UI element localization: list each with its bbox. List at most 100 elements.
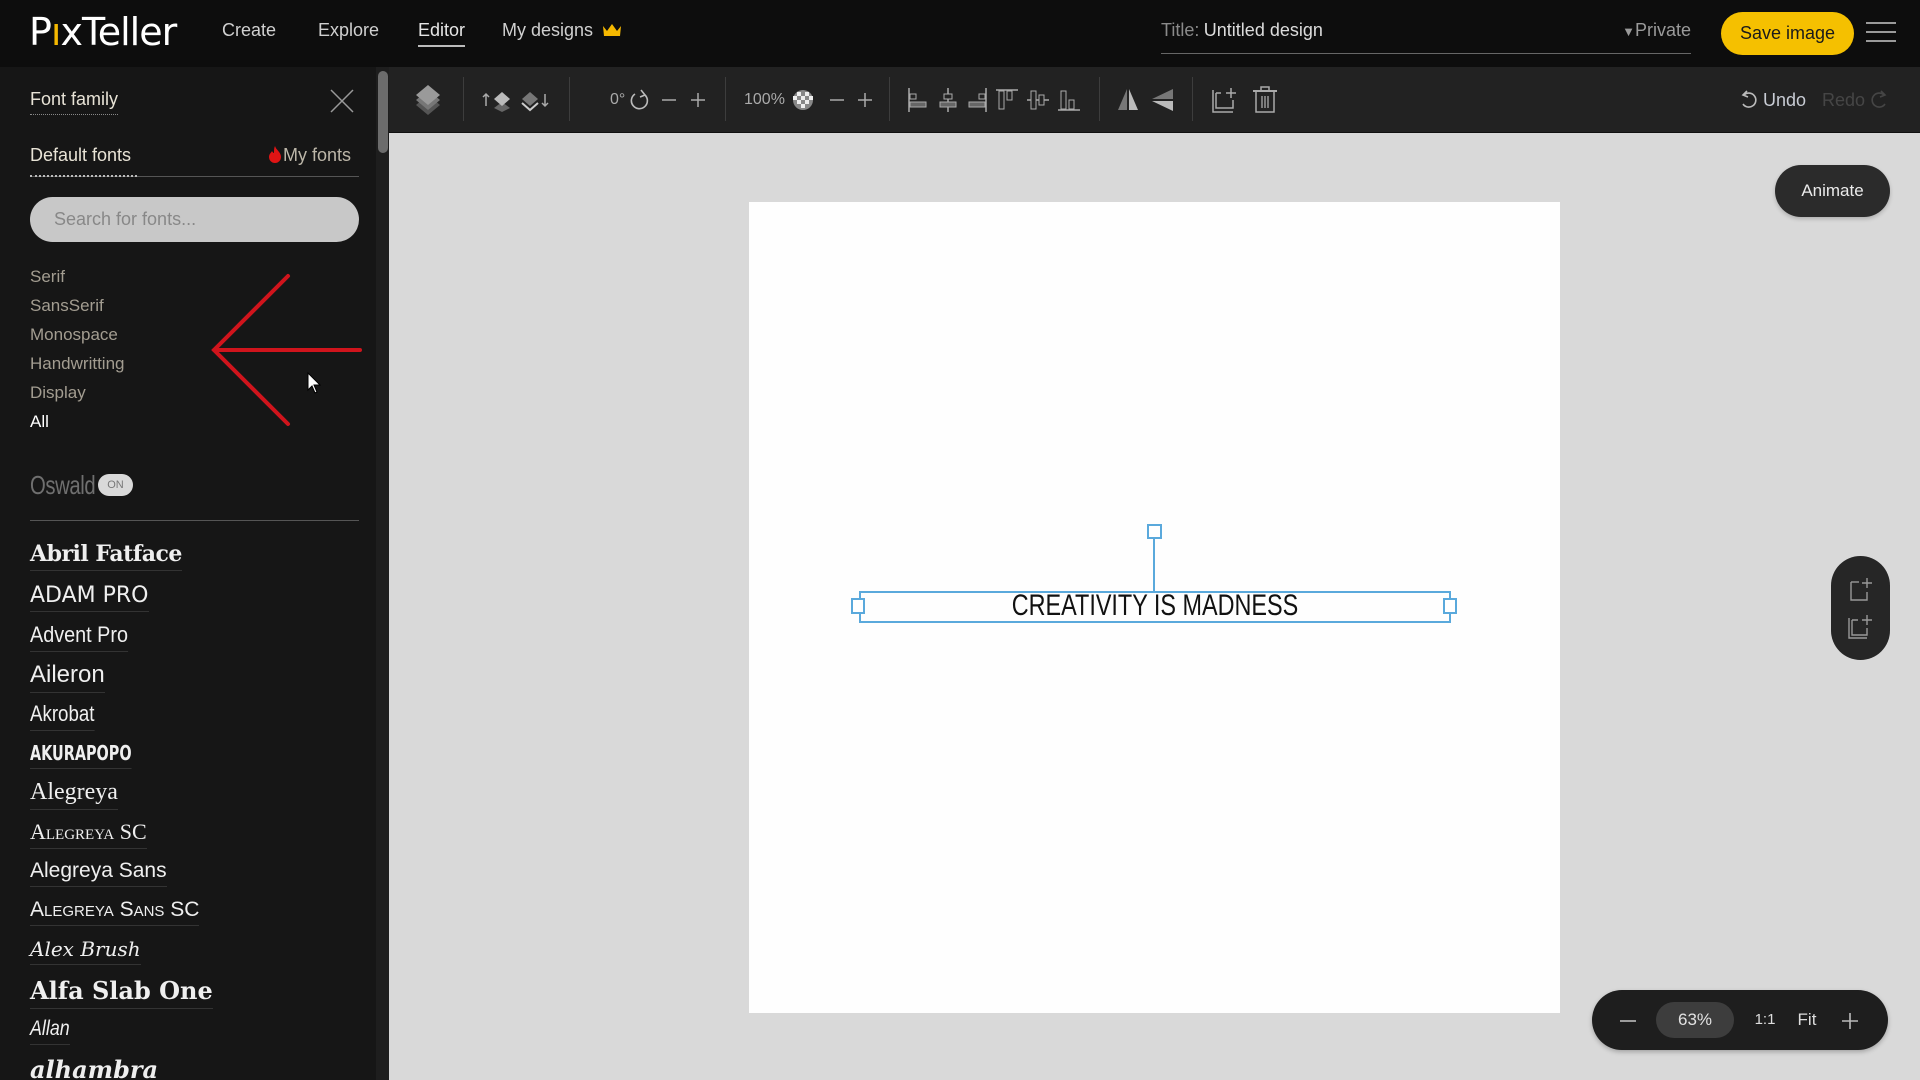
flip-horizontal-icon[interactable] — [1116, 67, 1140, 133]
pixteller-logo[interactable]: PıxTeller — [29, 10, 177, 54]
flame-icon — [269, 146, 281, 163]
caret-down-icon: ▼ — [1622, 24, 1635, 39]
mouse-cursor-icon — [307, 372, 322, 394]
rotation-handle-line — [1153, 538, 1155, 592]
zoom-controls: 63% 1:1 Fit — [1592, 990, 1888, 1050]
tab-default-fonts[interactable]: Default fonts — [30, 145, 131, 166]
delete-icon[interactable] — [1252, 67, 1278, 133]
close-icon[interactable] — [328, 87, 356, 115]
resize-handle-left[interactable] — [851, 598, 865, 614]
add-page-icon[interactable] — [1847, 576, 1875, 604]
category-serif[interactable]: Serif — [30, 267, 65, 287]
align-top-icon[interactable] — [995, 67, 1019, 133]
panel-scrollbar-thumb[interactable] — [378, 71, 388, 153]
nav-my-designs[interactable]: My designs — [502, 20, 622, 41]
align-right-icon[interactable] — [966, 67, 988, 133]
category-monospace[interactable]: Monospace — [30, 325, 118, 345]
align-bottom-icon[interactable] — [1057, 67, 1081, 133]
font-item[interactable]: Alegreya — [30, 779, 118, 810]
canvas-text[interactable]: CREATIVITY IS MADNESS — [926, 589, 1385, 623]
font-item[interactable]: Alegreya SC — [30, 819, 147, 849]
align-center-icon[interactable] — [937, 67, 959, 133]
title-field[interactable]: Title: Untitled design ▼Private — [1161, 20, 1691, 54]
animate-button[interactable]: Animate — [1775, 165, 1890, 217]
font-item[interactable]: alhambra — [30, 1055, 158, 1080]
font-item[interactable]: Alegreya Sans — [30, 859, 167, 887]
rotate-icon[interactable] — [629, 67, 651, 133]
transparency-icon[interactable] — [792, 67, 814, 133]
opacity-minus-icon[interactable] — [829, 67, 845, 133]
send-backward-icon[interactable] — [519, 67, 551, 133]
category-display[interactable]: Display — [30, 383, 86, 403]
rotation-label: 0° — [610, 91, 626, 108]
font-item[interactable]: Alfa Slab One — [30, 976, 213, 1009]
font-item[interactable]: Advent Pro — [30, 622, 128, 652]
nav-create[interactable]: Create — [222, 20, 276, 41]
font-item[interactable]: Abril Fatface — [30, 541, 182, 571]
font-search-input[interactable] — [30, 197, 359, 242]
font-item[interactable]: Allan — [30, 1017, 70, 1045]
opacity-value[interactable]: 100% — [744, 67, 785, 133]
rotation-value[interactable]: 0° — [610, 67, 625, 133]
font-item[interactable]: AKURAPOPO — [30, 741, 132, 769]
rotation-handle[interactable] — [1147, 524, 1162, 539]
nav-editor[interactable]: Editor — [418, 20, 466, 47]
align-middle-icon[interactable] — [1026, 67, 1050, 133]
selected-text-object[interactable]: CREATIVITY IS MADNESS — [859, 589, 1451, 623]
bring-forward-icon[interactable] — [481, 67, 513, 133]
rotate-plus-icon[interactable] — [690, 67, 706, 133]
undo-icon — [1741, 90, 1757, 108]
zoom-in-icon[interactable] — [1836, 990, 1864, 1050]
opacity-label: 100% — [744, 91, 785, 108]
undo-label: Undo — [1763, 89, 1807, 110]
opacity-plus-icon[interactable] — [857, 67, 873, 133]
current-font-badge: ON — [98, 474, 133, 496]
undo-button[interactable]: Undo — [1739, 67, 1806, 133]
font-item[interactable]: Alegreya Sans SC — [30, 898, 200, 926]
hamburger-icon[interactable] — [1866, 22, 1896, 44]
current-font-name: Oswald — [30, 470, 96, 500]
layers-icon[interactable] — [414, 67, 442, 133]
title-value[interactable]: Untitled design — [1204, 20, 1323, 40]
redo-button[interactable]: Redo — [1822, 67, 1889, 133]
category-handwritting[interactable]: Handwritting — [30, 354, 125, 374]
top-bar: PıxTeller Create Explore Editor My desig… — [0, 0, 1920, 67]
page-actions-pill — [1831, 556, 1890, 660]
font-item[interactable]: Alex Brush — [30, 937, 141, 965]
zoom-fit-button[interactable]: Fit — [1792, 990, 1822, 1050]
zoom-out-icon[interactable] — [1614, 990, 1642, 1050]
toolbar-divider — [725, 77, 726, 121]
privacy-dropdown[interactable]: ▼Private — [1622, 20, 1691, 41]
tab-my-fonts-label: My fonts — [283, 145, 352, 165]
editor-toolbar: 0° 100% Undo Redo — [389, 67, 1920, 133]
zoom-1-to-1-button[interactable]: 1:1 — [1750, 990, 1780, 1050]
nav-explore[interactable]: Explore — [318, 20, 379, 41]
category-sansserif[interactable]: SansSerif — [30, 296, 104, 316]
toolbar-divider — [889, 77, 890, 121]
panel-scrollbar-track[interactable] — [376, 67, 389, 1080]
flip-vertical-icon[interactable] — [1151, 67, 1175, 133]
align-left-icon[interactable] — [907, 67, 929, 133]
font-item[interactable]: ADAM PRO — [30, 583, 149, 612]
resize-handle-right[interactable] — [1443, 598, 1457, 614]
crown-icon — [603, 24, 622, 36]
tab-my-fonts[interactable]: My fonts — [267, 145, 351, 166]
privacy-label: Private — [1634, 20, 1691, 40]
duplicate-page-icon[interactable] — [1847, 612, 1875, 640]
nav-my-designs-label: My designs — [502, 20, 594, 40]
font-item[interactable]: Aileron — [30, 661, 105, 693]
toolbar-divider — [463, 77, 464, 121]
toolbar-divider — [1099, 77, 1100, 121]
toolbar-divider — [569, 77, 570, 121]
title-label: Title: — [1161, 20, 1200, 40]
zoom-level[interactable]: 63% — [1656, 1002, 1734, 1038]
save-image-button[interactable]: Save image — [1721, 12, 1854, 55]
font-item[interactable]: Akrobat — [30, 701, 95, 731]
redo-label: Redo — [1822, 89, 1866, 110]
current-font-divider — [30, 520, 359, 521]
panel-title: Font family — [30, 89, 119, 115]
redo-icon — [1871, 90, 1887, 108]
rotate-minus-icon[interactable] — [661, 67, 677, 133]
duplicate-icon[interactable] — [1211, 67, 1239, 133]
category-all[interactable]: All — [30, 412, 49, 432]
